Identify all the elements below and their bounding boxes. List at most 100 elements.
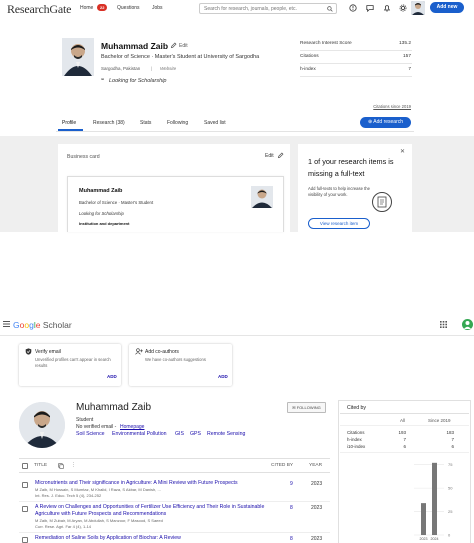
rg-stat-value: 7 <box>408 67 411 72</box>
tab-saved-list[interactable]: Saved list <box>204 120 226 126</box>
table-header-top-divider <box>19 458 330 459</box>
google-scholar-logo[interactable]: Google Scholar <box>13 320 72 330</box>
cited-by-row-label: Citations <box>347 430 365 435</box>
pencil-icon[interactable] <box>170 42 177 49</box>
interest-link-soil-science[interactable]: Soil Science <box>76 431 105 437</box>
tab-profile[interactable]: Profile <box>62 120 76 126</box>
add-new-button[interactable]: Add new <box>430 2 464 13</box>
rg-nav-home[interactable]: Home <box>80 5 93 11</box>
view-research-item-button[interactable]: View research item <box>308 218 370 229</box>
google-scholar-profile-screenshot: Google Scholar Verify email Unverified p… <box>0 314 474 543</box>
pencil-icon[interactable] <box>277 152 284 159</box>
title-column-header[interactable]: TITLE <box>34 463 47 468</box>
fulltext-prompt-title: 1 of your research items is missing a fu… <box>308 157 394 178</box>
interest-link-gis[interactable]: GIS <box>175 431 184 437</box>
article-authors: M Zaib, M Zubair, M Aryan, M Abdullah, S… <box>35 518 163 523</box>
rg-edit-profile-link[interactable]: Edit <box>179 43 188 49</box>
rg-nav-questions[interactable]: Questions <box>117 5 140 11</box>
cited-by-divider <box>340 413 469 414</box>
logo-letter: e <box>35 320 41 330</box>
alert-icon[interactable] <box>349 4 357 12</box>
rg-citations-since-link[interactable]: Citations since 2019 <box>373 104 411 109</box>
gs-profile-avatar[interactable] <box>19 402 65 448</box>
bell-icon[interactable] <box>383 4 391 12</box>
gs-homepage-link[interactable]: Homepage <box>120 424 144 430</box>
menu-icon[interactable] <box>3 321 10 327</box>
article-year: 2023 <box>311 536 323 542</box>
interest-link-remote-sensing[interactable]: Remote Sensing <box>207 431 245 437</box>
apps-grid-icon[interactable] <box>440 321 447 328</box>
article-cited-by-link[interactable]: 8 <box>290 536 293 542</box>
researchgate-profile-screenshot: ResearchGate Home 22 Questions Jobs Add … <box>0 0 474 232</box>
chart-y-tick-label: 75 <box>448 462 453 467</box>
cited-by-since-value: 7 <box>451 437 454 442</box>
select-all-checkbox[interactable] <box>22 463 28 469</box>
tab-stats[interactable]: Stats <box>140 120 151 126</box>
tab-research[interactable]: Research (38) <box>93 120 125 126</box>
tabs-divider <box>56 131 414 132</box>
check-shield-icon <box>25 348 32 355</box>
gs-profile-role: Student <box>76 417 94 423</box>
citations-per-year-chart: 75 50 25 0 2023 2024 <box>414 462 453 541</box>
fulltext-prompt-text: Add full-texts to help increase the visi… <box>308 186 370 197</box>
verify-email-add-button[interactable]: ADD <box>107 374 117 379</box>
rg-stat-divider <box>300 50 412 51</box>
gs-profile-email: No verified email - <box>76 424 117 430</box>
account-avatar[interactable] <box>462 319 473 330</box>
tab-following[interactable]: Following <box>167 120 188 126</box>
add-research-label: Add research <box>373 119 404 125</box>
article-authors: M Zaib, M Hossain, S Mumtaz, M Khalid, I… <box>35 487 161 492</box>
add-research-button[interactable]: ⊕ Add research <box>360 117 411 128</box>
merge-icon[interactable] <box>58 463 64 469</box>
rg-search-box[interactable] <box>199 3 337 14</box>
article-divider <box>19 532 330 533</box>
article-checkbox[interactable] <box>22 482 28 488</box>
cited-by-all-header: All <box>400 418 406 423</box>
rg-home-badge: 22 <box>97 4 108 11</box>
cited-by-all-value: 7 <box>403 437 406 442</box>
cited-by-all-value: 6 <box>403 444 406 449</box>
cited-by-row-label: h-index <box>347 437 362 442</box>
verify-email-title: Verify email <box>35 349 61 355</box>
interest-link-environmental-pollution[interactable]: Environmental Pollution <box>112 431 167 437</box>
add-coauthors-title: Add co-authors <box>145 349 179 355</box>
rg-nav-jobs[interactable]: Jobs <box>152 5 163 11</box>
close-icon[interactable]: ✕ <box>400 148 405 155</box>
article-title-link[interactable]: A Review on Challenges and Opportunities… <box>35 504 275 517</box>
article-cited-by-link[interactable]: 8 <box>290 505 293 511</box>
article-cited-by-link[interactable]: 9 <box>290 481 293 487</box>
rg-stat-label: h-index <box>300 67 316 72</box>
year-column-header[interactable]: YEAR <box>309 463 322 468</box>
chart-x-tick-label: 2023 <box>420 537 428 541</box>
cited-by-row-divider <box>340 452 469 453</box>
article-title-link[interactable]: Micronutrients and Their significance in… <box>35 480 275 487</box>
rg-user-avatar[interactable] <box>411 1 425 15</box>
search-icon[interactable] <box>327 6 333 12</box>
following-button[interactable]: ✉ FOLLOWING <box>287 402 326 413</box>
interest-link-gps[interactable]: GPS <box>190 431 201 437</box>
rg-stat-value: 157 <box>402 54 411 59</box>
following-label: FOLLOWING <box>296 405 321 410</box>
chart-bar[interactable] <box>432 462 437 535</box>
gear-icon[interactable] <box>399 4 407 12</box>
chart-x-tick-label: 2024 <box>431 537 439 541</box>
messages-icon[interactable] <box>366 4 374 12</box>
article-title-link[interactable]: Remediation of Saline Soils by Applicati… <box>35 535 275 542</box>
rg-website-link[interactable]: Website <box>160 66 176 71</box>
add-coauthors-add-button[interactable]: ADD <box>218 374 228 379</box>
rg-stat-label: Citations <box>300 54 319 59</box>
cited-by-column-header[interactable]: CITED BY <box>271 463 293 468</box>
article-checkbox[interactable] <box>22 506 28 512</box>
rg-profile-location: Sargodha, Pakistan <box>101 66 141 71</box>
rg-profile-title: Bachelor of Science · Master's Student a… <box>101 54 260 60</box>
article-checkbox[interactable] <box>22 537 28 543</box>
rg-profile-avatar[interactable] <box>62 38 94 76</box>
rg-stat-divider <box>300 63 412 64</box>
business-card-edit-link[interactable]: Edit <box>265 153 274 159</box>
chart-bar[interactable] <box>421 503 426 535</box>
rg-search-input[interactable] <box>200 4 318 13</box>
more-options-icon[interactable]: ⋮ <box>71 463 76 468</box>
article-venue: Int. Res. J. Educ. Tech 5 (4), 234-252 <box>35 493 102 498</box>
cited-by-title: Cited by <box>347 405 367 411</box>
rg-logo[interactable]: ResearchGate <box>7 2 71 17</box>
